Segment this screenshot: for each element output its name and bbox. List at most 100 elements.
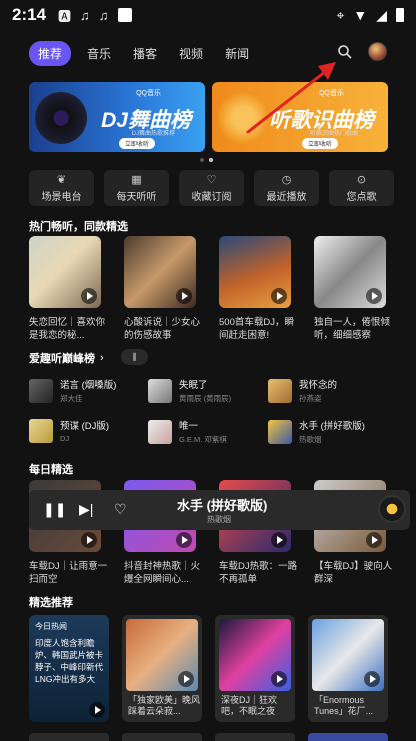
pick-card-3[interactable]: 深夜DJ｜狂欢吧，不眠之夜 <box>215 615 295 722</box>
daily-card-caption[interactable]: 【车载DJ】驶向人群深 <box>314 560 394 586</box>
player-title: 水手 (拼好歌版) <box>177 498 268 513</box>
play-icon[interactable] <box>176 288 192 304</box>
heart-icon[interactable]: ♡ <box>114 501 127 518</box>
heart-icon: ♡ <box>206 173 217 186</box>
banner-subtitle: DJ舞曲热歌推荐 <box>131 131 175 137</box>
quick-label: 场景电台 <box>41 191 82 203</box>
avatar[interactable] <box>368 42 387 61</box>
rank-item[interactable]: 预谋 (DJ版) DJ <box>29 418 109 443</box>
vinyl-disc-icon <box>35 92 87 144</box>
play-icon[interactable] <box>271 532 287 548</box>
hot-card-4[interactable] <box>314 236 386 308</box>
location-icon: ⌖ <box>336 6 345 23</box>
next-icon[interactable]: ▶| <box>79 501 93 518</box>
clock-icon: ◷ <box>281 173 292 186</box>
quick-daily-listen[interactable]: ▦ 每天听听 <box>104 170 169 206</box>
quick-scene-radio[interactable]: ❦ 场景电台 <box>29 170 94 206</box>
rank-item[interactable]: 唯一 G.E.M. 邓紫棋 <box>148 418 227 445</box>
status-time: 2:14 <box>12 5 47 24</box>
hot-card-caption[interactable]: 500首车载DJ，瞬间赶走困意! <box>219 316 299 342</box>
tab-news[interactable]: 新闻 <box>225 45 249 62</box>
hot-card-caption[interactable]: 失恋回忆｜喜欢你是我恋的秘... <box>29 316 109 342</box>
quick-favorites[interactable]: ♡ 收藏订阅 <box>179 170 244 206</box>
play-icon[interactable] <box>176 532 192 548</box>
quick-label: 您点歌 <box>346 191 377 203</box>
battery-icon <box>396 8 404 22</box>
section-title-picks: 精选推荐 <box>29 597 73 609</box>
section-title-hot: 热门畅听，同款精选 <box>29 221 128 233</box>
quick-actions: ❦ 场景电台 ▦ 每天听听 ♡ 收藏订阅 ◷ 最近播放 ⊙ 您点歌 <box>29 170 394 206</box>
pick-cover <box>312 619 384 691</box>
play-icon[interactable] <box>271 288 287 304</box>
hot-card-3[interactable] <box>219 236 291 308</box>
tab-recommend[interactable]: 推荐 <box>29 41 72 66</box>
next-row-card <box>29 733 109 741</box>
next-row-card <box>215 733 295 741</box>
banner-listen-button[interactable]: 立即收听 <box>118 138 155 149</box>
banner-dj-chart[interactable]: QQ音乐 DJ舞曲榜 DJ舞曲热歌推荐 立即收听 <box>29 82 205 152</box>
search-icon[interactable] <box>337 44 353 60</box>
next-row-card <box>122 733 202 741</box>
carousel-dot <box>200 158 204 162</box>
hot-card-1[interactable] <box>29 236 101 308</box>
quick-request-song[interactable]: ⊙ 您点歌 <box>329 170 394 206</box>
play-icon[interactable] <box>81 288 97 304</box>
quick-recent[interactable]: ◷ 最近播放 <box>254 170 319 206</box>
daily-card-caption[interactable]: 抖音封神热歌｜火爆全网瞬间心... <box>124 560 204 586</box>
tab-podcast[interactable]: 播客 <box>133 45 157 62</box>
rank-item[interactable]: 水手 (拼好歌版) 热歌烟 <box>268 418 365 445</box>
pick-card-4[interactable]: 「Enormous Tunes」花厂... <box>308 615 388 722</box>
rank-title: 预谋 (DJ版) <box>60 421 110 432</box>
banner-subtitle: 听歌识曲热门歌曲 <box>309 131 358 137</box>
rank-artist: 孙燕姿 <box>299 394 322 403</box>
section-title-rank: 爱趣听巅峰榜 <box>29 353 95 365</box>
rank-item[interactable]: 诺言 (烟嗓版) 郑大佳 <box>29 377 116 404</box>
rank-thumb <box>268 419 292 444</box>
signal-icon: ◢ <box>376 6 387 23</box>
status-bar: 2:14 🅰 ♫ ♫ ⌖ ▼ ◢ <box>0 0 416 30</box>
play-icon[interactable] <box>366 532 382 548</box>
news-text: 印度人饱含利瞻炉、韩国武片被卡脖子、中峰印新代LNG冲出有多大 <box>35 638 104 684</box>
quick-label: 最近播放 <box>266 191 307 203</box>
leaf-icon: ❦ <box>56 173 67 186</box>
banner-logo: QQ音乐 <box>319 90 344 97</box>
tab-video[interactable]: 视频 <box>179 45 203 62</box>
album-disc-icon[interactable] <box>378 495 406 523</box>
mini-player[interactable]: ❚❚ ▶| ♡ 水手 (拼好歌版) 热歌烟 <box>29 490 410 530</box>
play-icon[interactable] <box>364 671 380 687</box>
banner-recognize-chart[interactable]: QQ音乐 听歌识曲榜 听歌识曲热门歌曲 立即收听 <box>212 82 388 152</box>
tab-music[interactable]: 音乐 <box>87 45 111 62</box>
music-note-disc-icon <box>218 92 270 144</box>
play-icon[interactable] <box>366 288 382 304</box>
pause-icon[interactable]: ❚❚ <box>43 501 66 518</box>
daily-card-caption[interactable]: 车载DJ｜让雨意一扫而空 <box>29 560 109 586</box>
app-a-icon: 🅰 <box>58 8 72 24</box>
banner-listen-button[interactable]: 立即收听 <box>301 138 338 149</box>
pick-card-news[interactable]: 今日热闻 印度人饱含利瞻炉、韩国武片被卡脖子、中峰印新代LNG冲出有多大 <box>29 615 109 722</box>
carousel-dot-active <box>209 158 213 162</box>
chevron-right-icon: › <box>100 352 104 364</box>
play-icon[interactable] <box>89 702 105 718</box>
daily-card-caption[interactable]: 车载DJ热歌：一路不再孤单 <box>219 560 299 586</box>
carousel-dots <box>200 158 213 162</box>
pick-cover <box>219 619 291 691</box>
rank-item[interactable]: 失眠了 黄雨辰 (黄雨辰) <box>148 377 231 404</box>
news-tag: 今日热闻 <box>35 622 67 631</box>
play-icon[interactable] <box>178 671 194 687</box>
rank-thumb <box>148 378 172 403</box>
rank-item[interactable]: 我怀念的 孙燕姿 <box>268 377 337 404</box>
hot-card-caption[interactable]: 独自一人，倦恨倾听，细细感察 <box>314 316 394 342</box>
rank-thumb <box>268 378 292 403</box>
play-icon[interactable] <box>271 671 287 687</box>
rank-thumb <box>148 419 172 444</box>
next-row-card <box>308 733 388 741</box>
rank-header[interactable]: 爱趣听巅峰榜 › <box>29 350 104 366</box>
play-icon[interactable] <box>81 532 97 548</box>
pick-card-2[interactable]: 「独家欧美」晚风踩着云朵寂... <box>122 615 202 722</box>
rank-artist: G.E.M. 邓紫棋 <box>179 435 227 444</box>
rank-artist: 黄雨辰 (黄雨辰) <box>179 394 232 403</box>
equalizer-icon[interactable]: ⫼ <box>121 349 148 365</box>
hot-card-caption[interactable]: 心酸诉说｜少女心的伤感故事 <box>124 316 204 342</box>
hot-card-2[interactable] <box>124 236 196 308</box>
banner-logo: QQ音乐 <box>136 90 161 97</box>
